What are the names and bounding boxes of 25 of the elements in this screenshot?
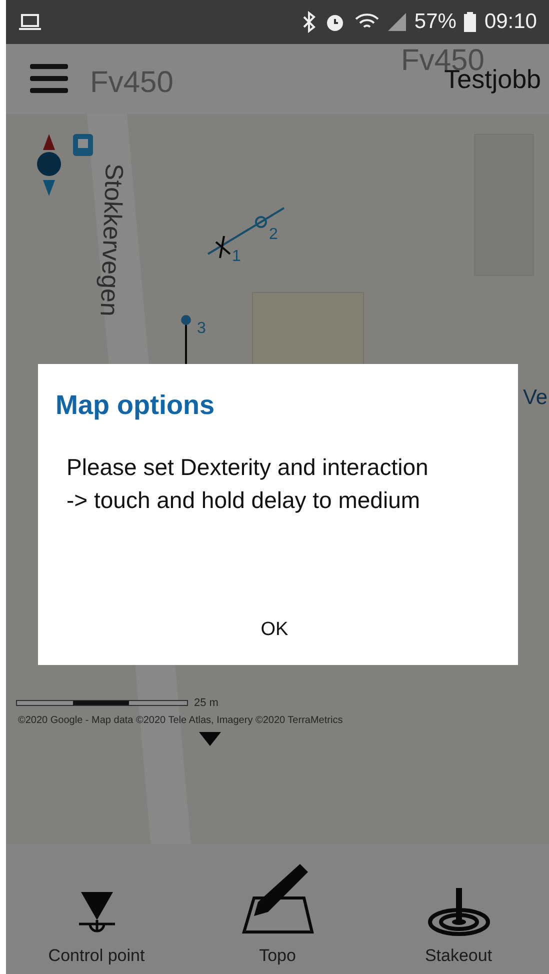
caret-down-icon[interactable]: [199, 732, 221, 746]
toolbar-button[interactable]: Topo: [187, 844, 368, 974]
point-label: 2: [269, 226, 278, 244]
bluetooth-icon: [302, 11, 316, 33]
point-label: 1: [232, 248, 241, 266]
toolbar-button[interactable]: Stakeout: [368, 844, 549, 974]
map-label: Ve: [523, 386, 548, 410]
ok-button[interactable]: OK: [240, 611, 308, 649]
dialog-message: Please set Dexterity and interaction -> touch and hold delay to medium: [66, 453, 430, 516]
battery-icon: [464, 12, 476, 32]
laptop-icon: [18, 13, 42, 31]
battery-percent: 57%: [414, 10, 456, 34]
map-attribution: ©2020 Google - Map data ©2020 Tele Atlas, Imagery ©2020 TerraMetrics: [18, 715, 343, 726]
point-label: 3: [197, 320, 206, 338]
signal-icon: [388, 13, 406, 31]
clock-time: 09:10: [484, 10, 537, 34]
menu-icon[interactable]: [30, 64, 68, 94]
road-label: Fv450: [90, 66, 174, 100]
dialog-title: Map options: [56, 390, 216, 421]
toolbar-button[interactable]: Control point: [6, 844, 187, 974]
scale-label: 25 m: [194, 697, 218, 709]
street-label: Stokkervegen: [94, 163, 128, 317]
target-stake-icon: [428, 886, 490, 936]
survey-point-drawing: [180, 314, 192, 364]
bus-stop-icon: [73, 134, 93, 156]
